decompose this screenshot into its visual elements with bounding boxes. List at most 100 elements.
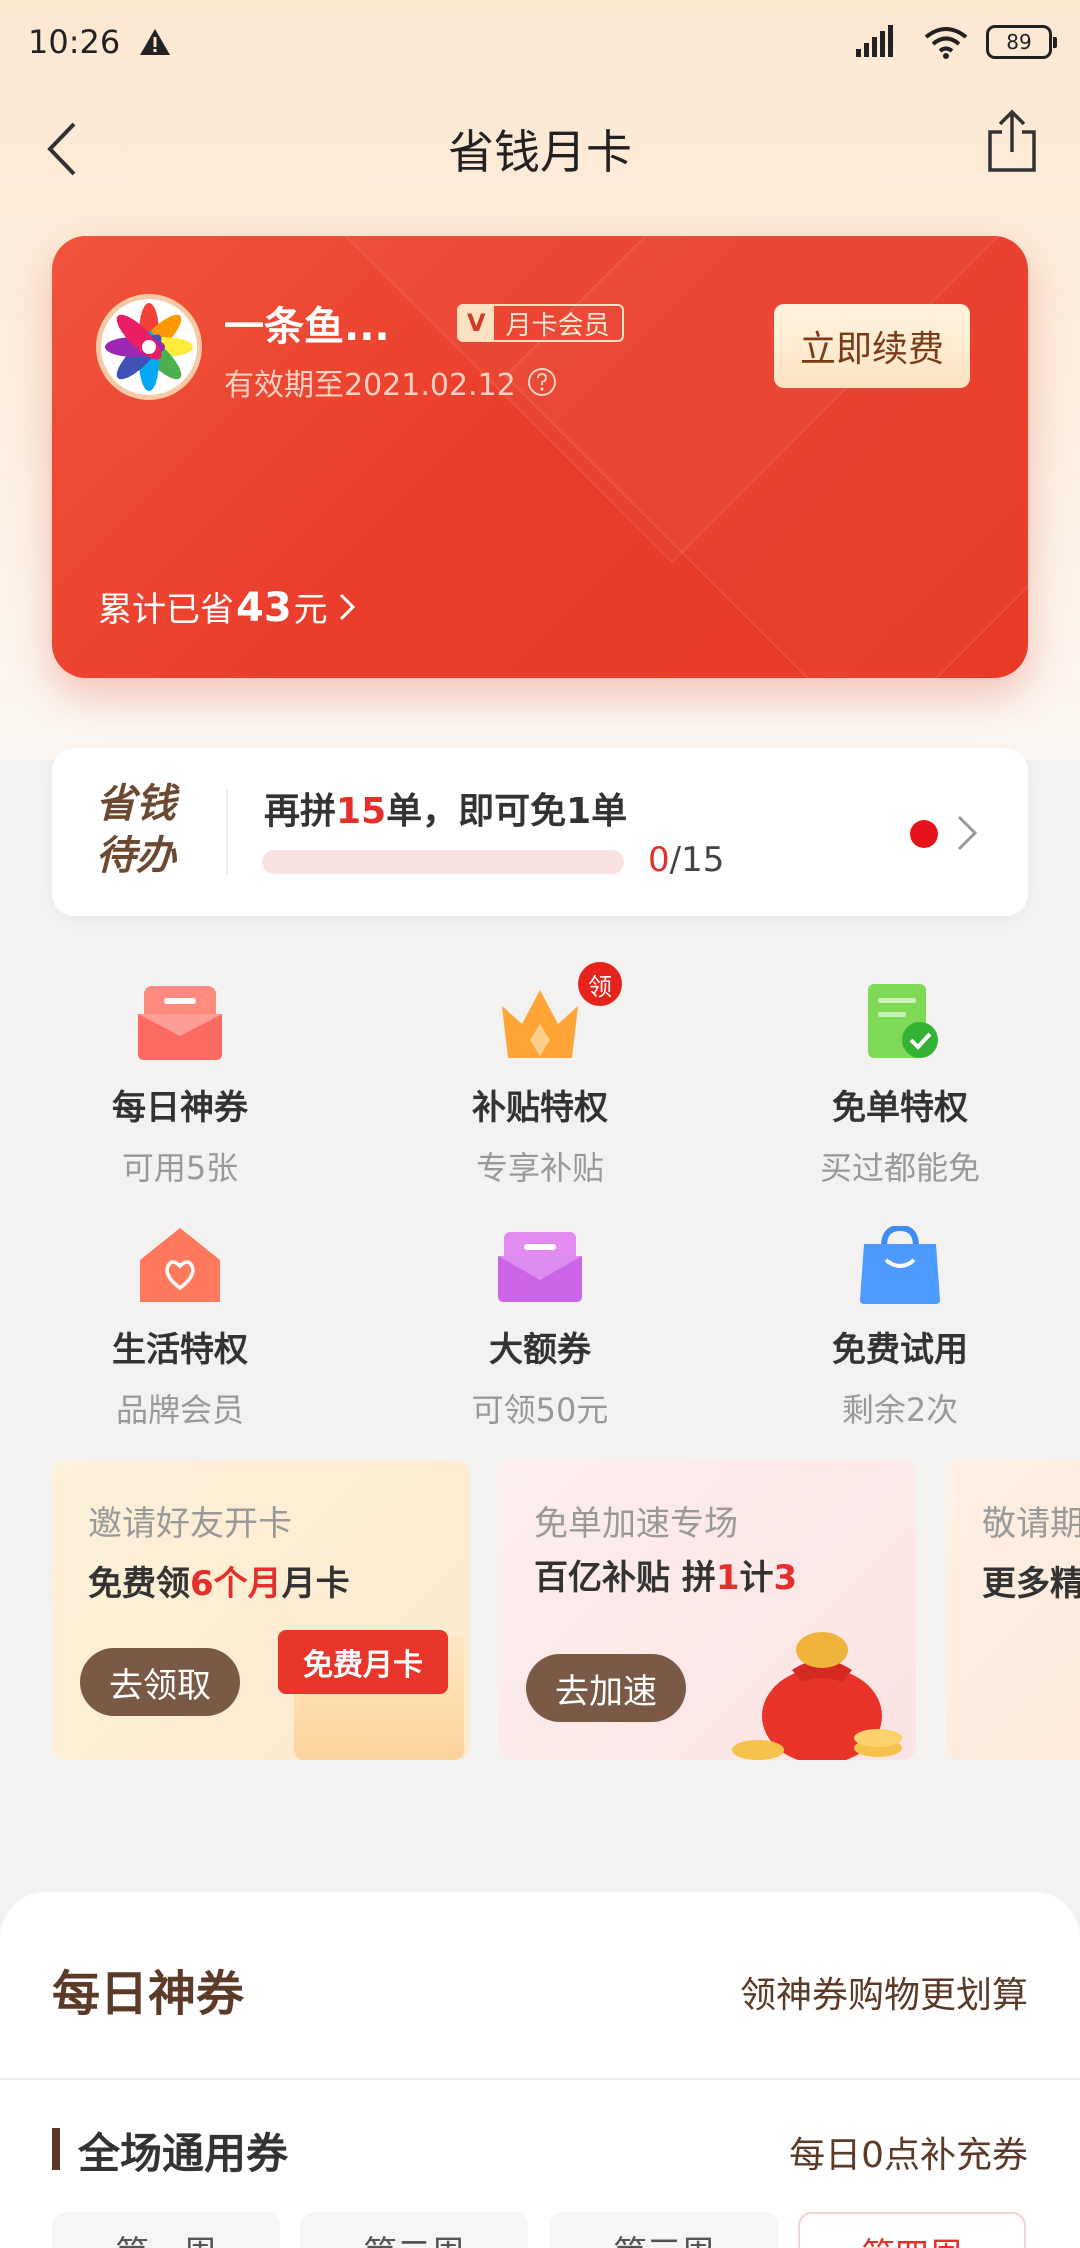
status-bar: 10:26 89	[0, 0, 1080, 84]
envelope-icon	[498, 1226, 582, 1304]
promo-headline-a: 免费领	[88, 1564, 190, 1604]
divider	[0, 2078, 1080, 2080]
username: 一条鱼...	[224, 304, 390, 350]
daily-coupon-section: 每日神券 领神券购物更划算 全场通用券 每日0点补充券 第一周 第二周 第三周 …	[0, 1892, 1080, 2248]
avatar[interactable]	[96, 294, 202, 400]
member-badge-v: V	[459, 306, 494, 340]
tab-week-3[interactable]: 第三周	[550, 2212, 778, 2248]
todo-progress-bar	[262, 850, 624, 874]
benefit-daily-coupon[interactable]: 每日神券 可用5张	[30, 984, 330, 1189]
promo-headline-c: 月卡	[281, 1564, 350, 1604]
notification-dot	[910, 820, 938, 848]
free-card-tag: 免费月卡	[278, 1630, 448, 1694]
saved-prefix: 累计已省	[98, 590, 234, 630]
benefit-subtitle: 可用5张	[121, 1149, 239, 1187]
benefit-title: 大额券	[489, 1330, 591, 1370]
benefit-life[interactable]: 生活特权 品牌会员	[30, 1226, 330, 1431]
claim-button[interactable]: 去领取	[80, 1648, 240, 1716]
benefit-subtitle: 剩余2次	[841, 1391, 959, 1429]
promo-card-coming[interactable]: 敬请期 更多精	[946, 1460, 1080, 1760]
member-badge-label: 月卡会员	[505, 310, 610, 341]
saved-total-link[interactable]: 累计已省 43 元	[98, 582, 356, 631]
expiry-date: 有效期至2021.02.12	[224, 368, 516, 403]
crown-icon: 领	[498, 962, 622, 1062]
wifi-icon	[924, 27, 968, 59]
promo-headline-a: 百亿补贴 拼	[534, 1558, 716, 1598]
promo-kicker: 邀请好友开卡	[88, 1504, 292, 1544]
renew-button[interactable]: 立即续费	[774, 304, 970, 388]
tab-week-4[interactable]: 第四周	[798, 2212, 1026, 2248]
promo-headline-c: 计	[739, 1558, 774, 1598]
chevron-right-icon	[339, 593, 355, 620]
todo-text-suffix: 单，即可免1单	[386, 791, 628, 832]
promo-kicker: 免单加速专场	[534, 1504, 738, 1544]
status-icons: 89	[854, 25, 1057, 59]
share-icon[interactable]	[984, 108, 1040, 174]
benefit-title: 免单特权	[832, 1088, 968, 1128]
section-description: 领神券购物更划算	[739, 1975, 1028, 2016]
chevron-right-icon	[957, 815, 978, 851]
promo-headline-b: 6个月	[190, 1564, 282, 1604]
help-icon[interactable]	[526, 366, 558, 398]
benefit-title: 每日神券	[112, 1088, 248, 1128]
promo-headline: 百亿补贴 拼1计3	[534, 1550, 797, 1599]
benefit-subtitle: 可领50元	[471, 1391, 609, 1429]
member-badge: V 月卡会员	[457, 304, 624, 342]
benefit-free-trial[interactable]: 免费试用 剩余2次	[750, 1224, 1050, 1431]
shopping-bag-icon	[858, 1224, 942, 1304]
section-title: 每日神券	[52, 1966, 245, 2022]
benefit-subtitle: 专享补贴	[475, 1149, 604, 1187]
promo-headline: 更多精	[982, 1564, 1080, 1604]
promo-card-invite[interactable]: 邀请好友开卡 免费领6个月月卡 去领取 免费月卡	[52, 1460, 470, 1760]
expiry-info: 有效期至2021.02.12	[224, 360, 558, 404]
membership-card: 一条鱼... V 月卡会员 有效期至2021.02.12 立即续费 累计已省 4…	[52, 236, 1028, 678]
tab-week-1[interactable]: 第一周	[52, 2212, 280, 2248]
subsection-title: 全场通用券	[78, 2129, 289, 2178]
free-order-icon	[858, 984, 942, 1062]
tab-week-2[interactable]: 第二周	[300, 2212, 528, 2248]
todo-progress-text: 0/15	[648, 840, 724, 880]
house-heart-icon	[138, 1226, 222, 1304]
promo-headline-d: 3	[773, 1558, 798, 1598]
benefit-free-order[interactable]: 免单特权 买过都能免	[750, 984, 1050, 1189]
battery-level: 89	[1006, 30, 1032, 54]
promo-card-speedup[interactable]: 免单加速专场 百亿补贴 拼1计3 去加速	[498, 1460, 916, 1760]
section-marker	[52, 2128, 60, 2170]
promo-headline-b: 1	[715, 1558, 740, 1598]
todo-logo: 省钱 待办	[96, 778, 196, 882]
todo-logo-line2: 待办	[96, 833, 176, 879]
coupon-box-icon	[138, 984, 222, 1062]
benefit-big-coupon[interactable]: 大额券 可领50元	[390, 1226, 690, 1431]
free-card-envelope: 免费月卡	[278, 1630, 464, 1760]
page-title: 省钱月卡	[448, 125, 632, 179]
todo-text-count: 15	[336, 791, 387, 832]
money-bag-icon	[732, 1632, 902, 1760]
savings-todo-card[interactable]: 省钱 待办 再拼15单，即可免1单 0/15	[52, 748, 1028, 916]
promo-kicker: 敬请期	[982, 1504, 1080, 1544]
benefit-subtitle: 买过都能免	[819, 1149, 980, 1187]
progress-total: /15	[669, 840, 725, 880]
todo-logo-line1: 省钱	[96, 781, 176, 827]
warning-icon	[140, 29, 171, 55]
benefit-subtitle: 品牌会员	[115, 1391, 244, 1429]
battery-icon: 89	[986, 25, 1057, 59]
saved-amount: 43	[236, 585, 292, 631]
saved-suffix: 元	[293, 590, 328, 630]
signal-icon	[856, 25, 893, 57]
avatar-flower-icon	[105, 303, 193, 391]
todo-text-prefix: 再拼	[264, 791, 337, 832]
speedup-button[interactable]: 去加速	[526, 1654, 686, 1722]
todo-text: 再拼15单，即可免1单	[264, 782, 627, 834]
benefit-title: 生活特权	[112, 1330, 248, 1370]
subsection-description: 每日0点补充券	[789, 2135, 1028, 2176]
promo-carousel[interactable]: 邀请好友开卡 免费领6个月月卡 去领取 免费月卡 免单加速专场 百亿补贴 拼1计…	[52, 1460, 1080, 1760]
nav-bar: 省钱月卡	[0, 100, 1080, 196]
status-time: 10:26	[28, 23, 121, 61]
benefit-subsidy[interactable]: 领 补贴特权 专享补贴	[390, 962, 690, 1189]
benefit-title: 补贴特权	[472, 1088, 608, 1128]
claim-badge: 领	[578, 962, 622, 1006]
promo-headline: 免费领6个月月卡	[88, 1556, 350, 1605]
progress-current: 0	[648, 840, 670, 880]
divider	[226, 790, 228, 874]
benefit-title: 免费试用	[832, 1330, 968, 1370]
